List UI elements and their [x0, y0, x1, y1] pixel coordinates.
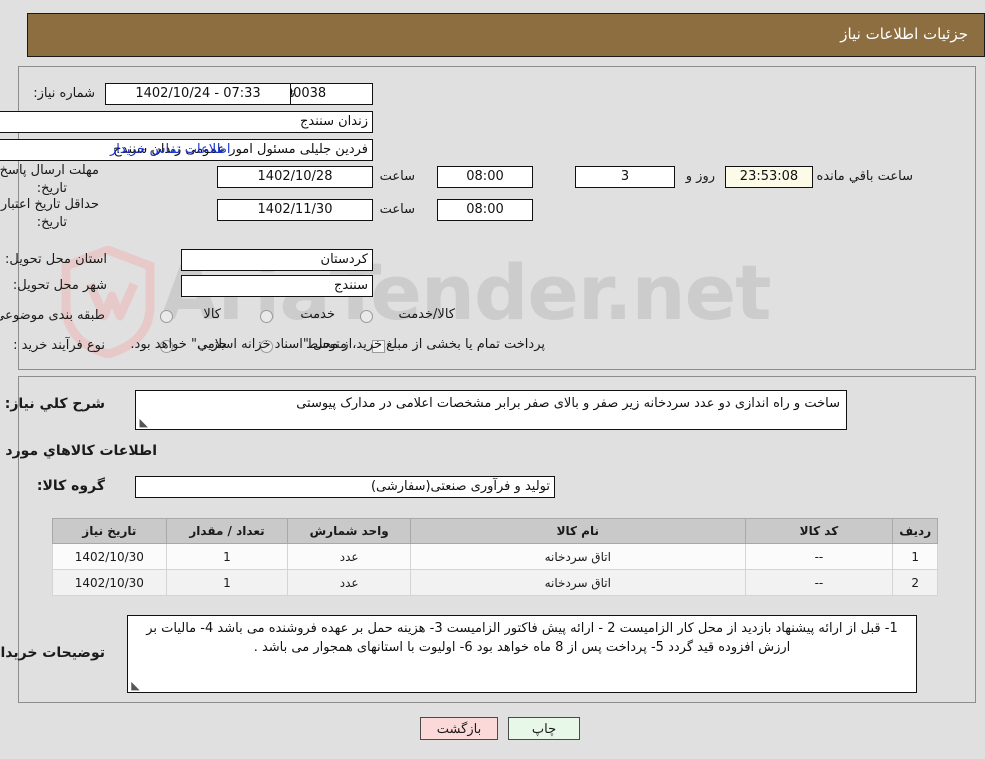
column-header-code: کد کالا — [744, 518, 894, 544]
buyer-notes-label: توضیحات خریدار: — [0, 645, 105, 661]
column-header-unit: واحد شمارش — [287, 518, 412, 544]
days-remaining-value: 3 — [575, 166, 675, 188]
public-announce-value: 07:33 - 1402/10/24 — [105, 83, 291, 105]
goods-section-heading: اطلاعات کالاهاي مورد نیاز — [0, 443, 157, 459]
page-header-bar: جزئیات اطلاعات نیاز — [27, 13, 985, 57]
cell-code: -- — [744, 543, 894, 570]
response-deadline-hour-label: ساعت — [379, 169, 415, 184]
back-button[interactable]: بازگشت — [420, 717, 498, 740]
description-label: شرح کلي نیاز: — [4, 396, 105, 412]
response-deadline-date: 1402/10/28 — [217, 166, 373, 188]
cell-unit: عدد — [287, 543, 412, 570]
delivery-province-value: کردستان — [181, 249, 373, 271]
price-validity-hour-label: ساعت — [379, 202, 415, 217]
resize-grip-icon[interactable]: ◣ — [131, 680, 140, 691]
table-header-row: ردیف کد کالا نام کالا واحد شمارش تعداد /… — [52, 518, 938, 544]
cell-radif: 1 — [892, 543, 938, 570]
price-validity-date: 1402/11/30 — [217, 199, 373, 221]
process-type-label: نوع فرآیند خرید : — [13, 338, 105, 353]
resize-grip-icon[interactable]: ◣ — [139, 417, 148, 428]
page-title: جزئیات اطلاعات نیاز — [840, 25, 968, 43]
radio-classification-kala[interactable] — [160, 310, 173, 323]
classification-label: طبقه بندی موضوعی: — [0, 308, 105, 323]
column-header-name: نام کالا — [410, 518, 746, 544]
price-validity-label-line2: تاریخ: — [36, 215, 67, 230]
countdown-value: 23:53:08 — [725, 166, 813, 188]
cell-radif: 2 — [892, 569, 938, 596]
response-deadline-time: 08:00 — [437, 166, 533, 188]
column-header-qty: تعداد / مقدار — [165, 518, 289, 544]
classification-option-0: کالا — [203, 307, 221, 322]
description-value: ساخت و راه اندازی دو عدد سردخانه زیر صفر… — [296, 396, 840, 411]
cell-name: اتاق سردخانه — [410, 569, 746, 596]
table-row: 1 -- اتاق سردخانه عدد 1 1402/10/30 — [52, 543, 938, 570]
goods-group-label: گروه کالا: — [36, 478, 105, 494]
cell-unit: عدد — [287, 569, 412, 596]
response-deadline-label-line2: تاریخ: — [36, 181, 67, 196]
goods-group-value: تولید و فرآوری صنعتی(سفارشی) — [135, 476, 555, 498]
cell-qty: 1 — [165, 543, 289, 570]
need-number-label: شماره نیاز: — [33, 86, 95, 101]
countdown-label: ساعت باقي مانده — [816, 169, 913, 184]
cell-qty: 1 — [165, 569, 289, 596]
radio-classification-khedmat[interactable] — [260, 310, 273, 323]
delivery-city-value: سنندج — [181, 275, 373, 297]
buyer-org-value: زندان سنندج — [0, 111, 373, 133]
delivery-province-label: استان محل تحویل: — [5, 252, 107, 267]
column-header-radif: ردیف — [892, 518, 938, 544]
buyer-notes-textarea[interactable]: 1- قبل از ارائه پیشنهاد بازدید از محل کا… — [127, 615, 917, 693]
buyer-contact-link[interactable]: اطلاعات تماس خریدار — [110, 142, 230, 157]
days-unit-label: روز و — [685, 169, 715, 184]
cell-name: اتاق سردخانه — [410, 543, 746, 570]
classification-option-1: خدمت — [300, 307, 335, 322]
column-header-date: تاریخ نیاز — [52, 518, 167, 544]
cell-date: 1402/10/30 — [52, 569, 167, 596]
price-validity-time: 08:00 — [437, 199, 533, 221]
table-row: 2 -- اتاق سردخانه عدد 1 1402/10/30 — [52, 569, 938, 596]
response-deadline-label-line1: مهلت ارسال پاسخ: تا — [0, 163, 99, 178]
page-root: AriaTender.net جزئیات اطلاعات نیاز شماره… — [0, 0, 985, 759]
price-validity-label-line1: حداقل تاریخ اعتبار قیمت: تا — [0, 197, 99, 212]
goods-table: ردیف کد کالا نام کالا واحد شمارش تعداد /… — [52, 518, 938, 596]
cell-date: 1402/10/30 — [52, 543, 167, 570]
radio-classification-both[interactable] — [360, 310, 373, 323]
buyer-notes-value: 1- قبل از ارائه پیشنهاد بازدید از محل کا… — [146, 621, 898, 655]
delivery-city-label: شهر محل تحویل: — [12, 278, 107, 293]
cell-code: -- — [744, 569, 894, 596]
description-textarea[interactable]: ساخت و راه اندازی دو عدد سردخانه زیر صفر… — [135, 390, 847, 430]
payment-note-text: پرداخت تمام یا بخشی از مبلغ خرید،از محل … — [130, 337, 545, 352]
print-button[interactable]: چاپ — [508, 717, 580, 740]
classification-option-2: کالا/خدمت — [398, 307, 455, 322]
